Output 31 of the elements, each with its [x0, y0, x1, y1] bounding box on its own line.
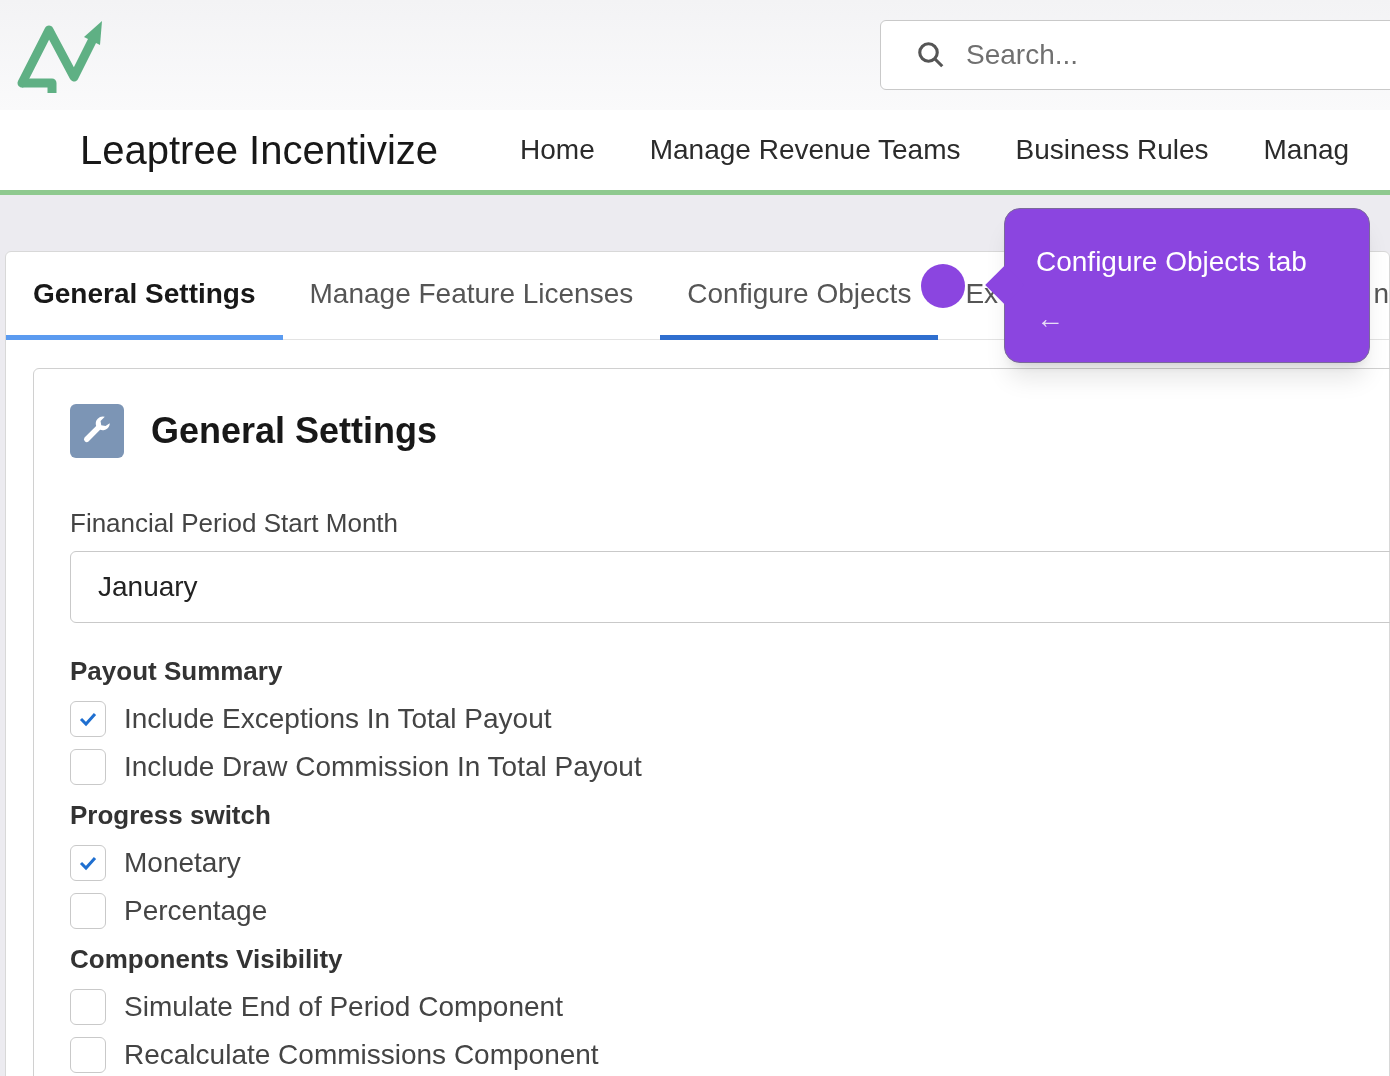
- panel-title: General Settings: [151, 409, 438, 453]
- group-heading: Progress switch: [70, 798, 272, 832]
- checkbox[interactable]: [70, 1037, 106, 1073]
- app-name: Leaptree Incentivize: [80, 127, 438, 174]
- option-label: Include Exceptions In Total Payout: [124, 702, 552, 736]
- search-icon: [916, 40, 946, 70]
- group-heading: Payout Summary: [70, 654, 284, 688]
- tab[interactable]: Manage Feature Licenses: [282, 252, 661, 340]
- tab[interactable]: n: [1371, 252, 1389, 340]
- checkbox[interactable]: [70, 845, 106, 881]
- nav-link[interactable]: Business Rules: [1015, 129, 1209, 171]
- option-label: Monetary: [124, 846, 241, 880]
- nav-link[interactable]: Home: [520, 129, 595, 171]
- wrench-icon: [70, 404, 124, 458]
- search-field[interactable]: Search...: [880, 20, 1390, 90]
- tab[interactable]: General Settings: [6, 252, 283, 340]
- checkbox[interactable]: [70, 989, 106, 1025]
- month-select[interactable]: January: [70, 551, 1390, 623]
- checkbox[interactable]: [70, 701, 106, 737]
- checkbox[interactable]: [70, 893, 106, 929]
- nav-link[interactable]: Manage Revenue Teams: [649, 129, 961, 171]
- group-heading: Components Visibility: [70, 942, 344, 976]
- option-label: Simulate End of Period Component: [124, 990, 563, 1024]
- nav-link[interactable]: Manag: [1263, 129, 1350, 171]
- field-label: Financial Period Start Month: [70, 507, 400, 540]
- option-label: Recalculate Commissions Component: [124, 1038, 599, 1072]
- option-label: Include Draw Commission In Total Payout: [124, 750, 642, 784]
- option-label: Percentage: [124, 894, 268, 928]
- tooltip-text: Configure Objects tab: [1036, 245, 1308, 279]
- back-arrow-button[interactable]: ←: [1036, 305, 1064, 333]
- checkbox[interactable]: [70, 749, 106, 785]
